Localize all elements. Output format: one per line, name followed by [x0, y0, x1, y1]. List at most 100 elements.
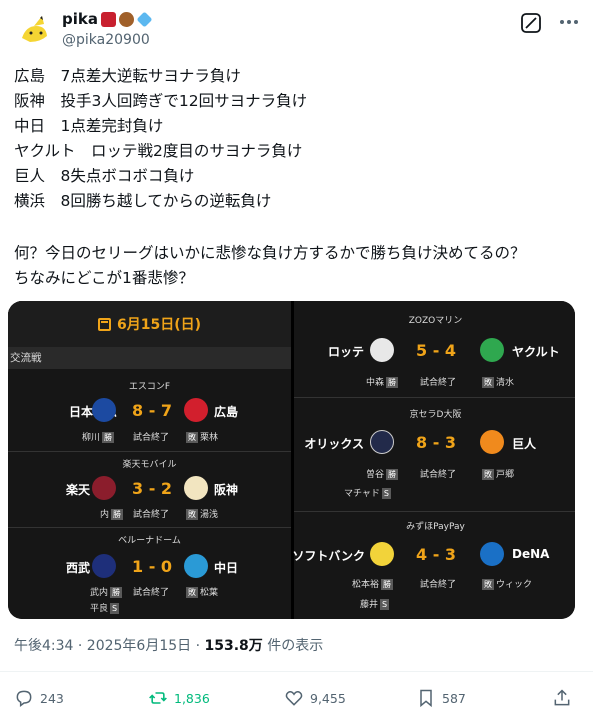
more-options-icon[interactable]: [556, 10, 582, 34]
reply-count: 243: [40, 690, 64, 706]
score: 5 - 4: [416, 341, 457, 360]
repost-icon: [149, 692, 167, 704]
win-mark: 勝: [102, 432, 115, 443]
date-header: 6月15日(日): [8, 301, 291, 347]
lose-mark: 敗: [186, 432, 198, 443]
repost-button[interactable]: 1,836: [148, 684, 210, 712]
score: 8 - 7: [132, 401, 173, 420]
share-button[interactable]: [552, 684, 572, 712]
divider: [0, 671, 593, 672]
lose-mark: 敗: [482, 469, 494, 480]
calendar-icon: [97, 317, 111, 331]
section-label: 交流戦: [8, 347, 291, 369]
gem-icon: [136, 11, 153, 27]
game-card: みずほPayPay ソフトバンク 4 - 3 DeNA 松本裕勝 試合終了 敗ウ…: [292, 513, 575, 619]
away-team: 阪神: [214, 483, 239, 497]
save-mark: S: [380, 599, 390, 610]
win-mark: 勝: [110, 587, 123, 598]
away-team-logo: [480, 542, 504, 566]
post-line: 広島 7点差大逆転サヨナラ負け: [14, 67, 241, 85]
post-question-line: 何？今日のセリーグはいかに悲惨な負け方するかで勝ち負け決めてるの？: [14, 244, 526, 262]
game-card: ベルーナドーム 西武 1 - 0 中日 武内勝 試合終了 敗松葉 平良 S: [8, 529, 291, 619]
save-pitcher-row: 藤井 S: [360, 597, 391, 610]
win-mark: 勝: [386, 377, 399, 388]
lose-pitcher: 清水: [496, 378, 515, 388]
game-status: 試合終了: [420, 580, 457, 590]
win-pitcher-row: 中森勝: [366, 375, 400, 388]
score: 3 - 2: [132, 479, 173, 498]
post-line: 巨人 8失点ボコボコ負け: [14, 167, 195, 185]
post-time: 午後4:34 · 2025年6月15日 ·: [14, 638, 205, 654]
away-team-logo: [184, 476, 208, 500]
win-pitcher-row: 曽谷勝: [366, 467, 400, 480]
game-card: エスコンF 日本ハム 8 - 7 広島 柳川勝 試合終了 敗栗林: [8, 373, 291, 453]
game-card: ZOZOマリン ロッテ 5 - 4 ヤクルト 中森勝 試合終了 敗清水: [294, 301, 575, 395]
grok-icon[interactable]: [520, 12, 542, 34]
post-line: 横浜 8回勝ち越してからの逆転負け: [14, 192, 272, 210]
win-pitcher: 武内: [90, 588, 109, 598]
away-team-logo: [480, 338, 504, 362]
away-team: 中日: [214, 561, 239, 575]
save-mark: S: [110, 603, 120, 614]
post-header: pika @pika20900: [0, 0, 593, 60]
post-line: 中日 1点差完封負け: [14, 117, 164, 135]
lose-pitcher: 栗林: [200, 433, 219, 443]
lose-mark: 敗: [186, 509, 198, 520]
home-team: ロッテ: [327, 345, 364, 359]
home-team-logo: [370, 542, 394, 566]
win-pitcher-row: 内勝: [100, 507, 125, 520]
game-card: 楽天モバイル 楽天 3 - 2 阪神 内勝 試合終了 敗湯浅: [8, 453, 291, 527]
display-name[interactable]: pika: [62, 10, 153, 28]
repost-count: 1,836: [174, 690, 210, 706]
venue-label: みずほPayPay: [406, 522, 465, 532]
avatar[interactable]: [14, 12, 54, 52]
win-pitcher-row: 松本裕勝: [352, 577, 395, 590]
win-mark: 勝: [381, 579, 394, 590]
display-name-text: pika: [62, 10, 98, 28]
away-team-logo: [184, 554, 208, 578]
bookmark-icon: [420, 689, 432, 708]
lose-pitcher: ウィック: [496, 580, 533, 590]
home-team-logo: [92, 476, 116, 500]
away-team: 広島: [214, 405, 239, 419]
game-card: 京セラD大阪 オリックス 8 - 3 巨人 曽谷勝 試合終了 敗戸郷 マチャド S: [294, 399, 575, 509]
lose-mark: 敗: [482, 377, 494, 388]
win-mark: 勝: [386, 469, 399, 480]
game-status: 試合終了: [420, 470, 457, 480]
lose-pitcher-row: 敗清水: [480, 375, 514, 388]
post-line: ヤクルト ロッテ戦2度目のサヨナラ負け: [14, 142, 303, 160]
post-timestamp[interactable]: 午後4:34 · 2025年6月15日 · 153.8万 件の表示: [14, 635, 323, 655]
score: 1 - 0: [132, 557, 173, 576]
action-bar: 243 1,836 9,455 587: [0, 684, 593, 712]
scoreboard-image[interactable]: 6月15日(日) 交流戦 エスコンF 日本ハム 8 - 7 広島 柳川勝 試合終…: [8, 301, 575, 619]
away-team: DeNA: [512, 547, 550, 561]
away-team: ヤクルト: [512, 345, 560, 359]
lose-mark: 敗: [482, 579, 494, 590]
bookmark-button[interactable]: 587: [416, 684, 466, 712]
save-pitcher: マチャド: [344, 489, 380, 499]
like-button[interactable]: 9,455: [284, 684, 346, 712]
home-team: オリックス: [304, 437, 364, 451]
scoreboard-right: ZOZOマリン ロッテ 5 - 4 ヤクルト 中森勝 試合終了 敗清水 京セラD…: [292, 301, 575, 619]
home-team-logo: [92, 554, 116, 578]
date-label: 6月15日(日): [116, 317, 202, 333]
lose-pitcher-row: 敗湯浅: [184, 507, 218, 520]
lose-pitcher-row: 敗戸郷: [480, 467, 514, 480]
save-mark: S: [381, 488, 391, 499]
user-handle[interactable]: @pika20900: [62, 32, 150, 48]
venue-label: 京セラD大阪: [409, 410, 462, 420]
home-team: 西武: [65, 561, 90, 575]
win-pitcher-row: 武内勝: [90, 585, 124, 598]
view-count: 153.8万: [204, 638, 263, 654]
score: 4 - 3: [416, 545, 457, 564]
reply-icon: [16, 690, 32, 707]
post-question-line: ちなみにどこが1番悲惨？: [14, 269, 194, 287]
reply-button[interactable]: 243: [14, 684, 64, 712]
scoreboard-left: 6月15日(日) 交流戦 エスコンF 日本ハム 8 - 7 広島 柳川勝 試合終…: [8, 301, 291, 619]
save-pitcher-row: マチャド S: [344, 486, 393, 499]
home-team-logo: [370, 338, 394, 362]
win-pitcher: 松本裕: [352, 580, 380, 590]
score: 8 - 3: [416, 433, 457, 452]
save-pitcher-row: 平良 S: [90, 601, 121, 614]
share-icon: [554, 689, 570, 706]
